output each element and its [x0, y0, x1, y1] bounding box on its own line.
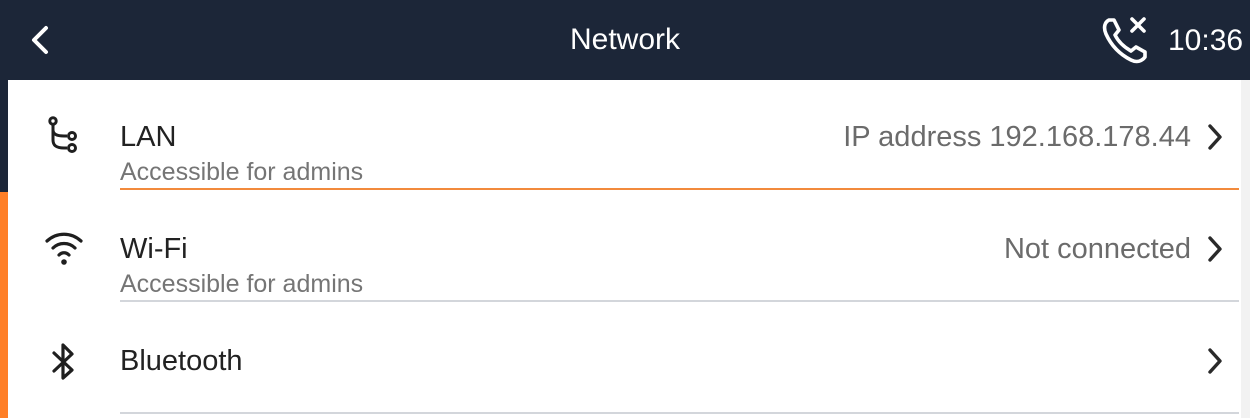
bluetooth-icon: [44, 342, 84, 382]
list-item-bluetooth[interactable]: Bluetooth: [8, 304, 1241, 416]
divider: [120, 188, 1239, 190]
lan-icon: [44, 116, 84, 156]
wifi-icon: [44, 229, 84, 269]
item-label: Wi-Fi: [120, 233, 188, 265]
item-subtitle: Accessible for admins: [120, 158, 364, 186]
side-indicator: [0, 80, 8, 418]
chevron-right-icon: [1204, 122, 1226, 152]
item-value: IP address 192.168.178.44: [843, 121, 1191, 153]
scroll-track: [1241, 80, 1250, 418]
divider: [120, 300, 1239, 302]
clock: 10:36: [1168, 24, 1244, 57]
chevron-right-icon: [1204, 234, 1226, 264]
top-bar: Network 10:36: [0, 0, 1250, 80]
list-item-wifi[interactable]: Wi-Fi Accessible for admins Not connecte…: [8, 192, 1241, 304]
page-title: Network: [569, 23, 681, 56]
item-label: Bluetooth: [120, 345, 243, 377]
call-forward-off-icon: [1100, 14, 1156, 66]
item-value: Not connected: [1003, 233, 1191, 265]
accent-bar: [0, 192, 8, 418]
item-label: LAN: [120, 121, 177, 153]
list-item-lan[interactable]: LAN Accessible for admins IP address 192…: [8, 80, 1241, 192]
chevron-right-icon: [1204, 346, 1226, 376]
divider: [120, 412, 1239, 414]
item-subtitle: Accessible for admins: [120, 270, 364, 298]
